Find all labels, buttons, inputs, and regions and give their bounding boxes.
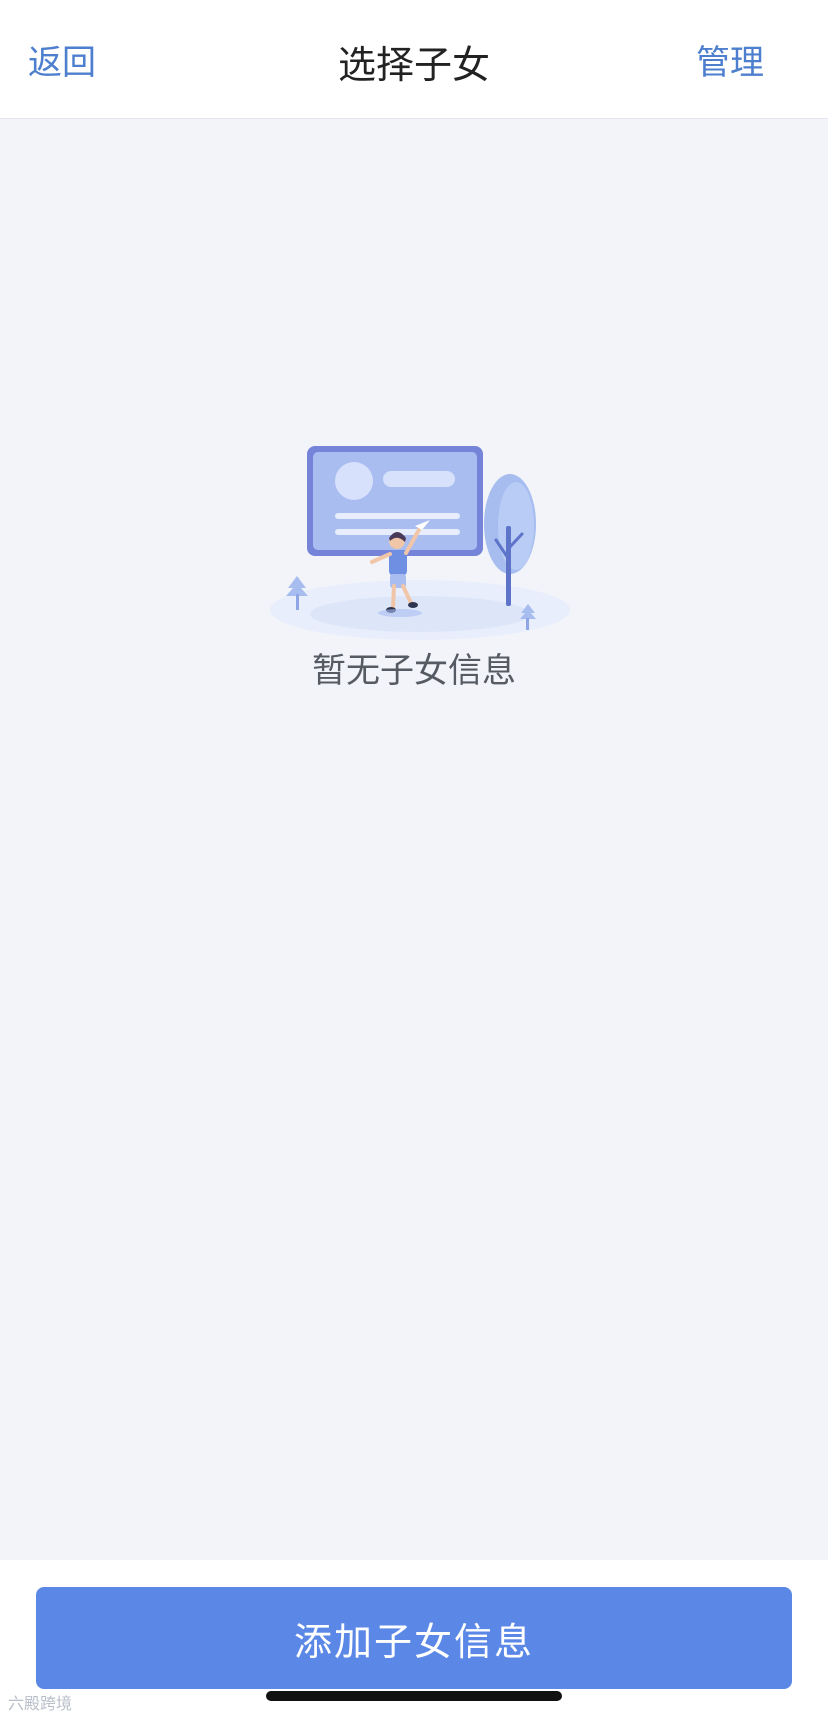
- watermark-text: 六殿跨境: [8, 1694, 73, 1713]
- empty-state-message: 暂无子女信息: [312, 651, 516, 691]
- manage-button[interactable]: 管理: [696, 46, 764, 80]
- screen: 返回 选择子女 管理 暂无子女信息 添加子女信息 六殿跨境: [0, 0, 828, 1716]
- home-indicator[interactable]: [266, 1691, 562, 1701]
- add-child-info-button[interactable]: 添加子女信息: [36, 1587, 792, 1689]
- empty-children-illustration: [260, 428, 570, 648]
- watermark: 六殿跨境: [8, 1690, 72, 1714]
- navigation-bar: 返回 选择子女 管理: [0, 0, 828, 119]
- empty-illustration-svg: [270, 446, 570, 640]
